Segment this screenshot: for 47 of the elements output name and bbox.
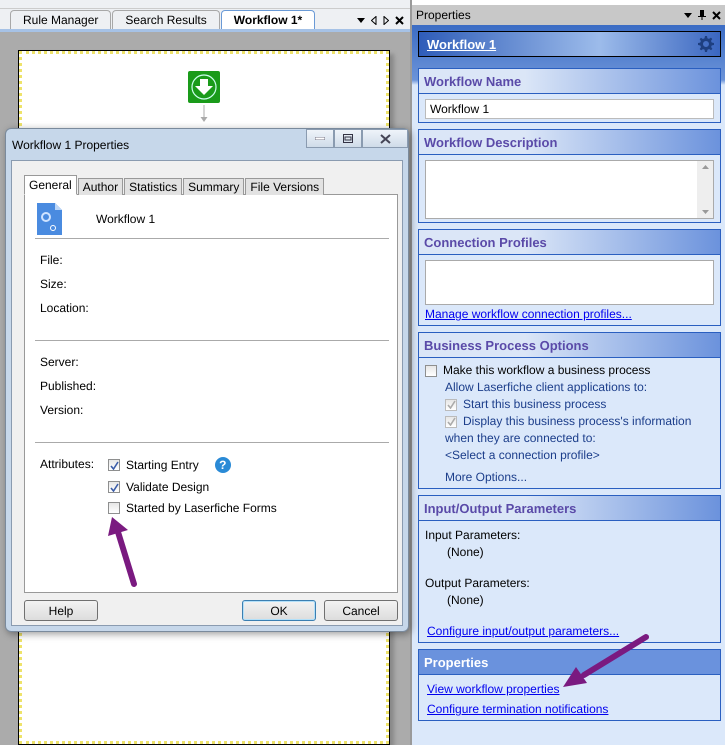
allow-text: Allow Laserfiche client applications to: (444, 380, 648, 395)
connected-text: when they are connected to: (444, 431, 597, 446)
workflow-name: Workflow 1 (96, 212, 156, 226)
field-label: Location: (40, 301, 90, 315)
dialog-button[interactable]: OK (242, 600, 316, 621)
parameter-label: Input Parameters: (425, 528, 522, 543)
parameter-value: (None) (446, 593, 485, 608)
section-header[interactable]: Workflow Name (419, 69, 720, 94)
dialog-tab[interactable]: General (24, 175, 77, 195)
field-label: File: (40, 253, 64, 267)
help-button[interactable]: ? (214, 457, 231, 473)
manage-profiles-link[interactable]: Manage workflow connection profiles... (425, 307, 632, 322)
section-header[interactable]: Business Process Options (419, 333, 720, 358)
attributes-label: Attributes: (40, 457, 94, 473)
workflow-name-field[interactable]: Workflow 1 (425, 99, 714, 119)
attribute-label: Starting Entry (126, 458, 199, 472)
attribute-label: Started by Laserfiche Forms (126, 501, 277, 515)
configure-parameters-link[interactable]: Configure input/output parameters... (427, 624, 620, 639)
dialog-tab[interactable]: Summary (183, 178, 244, 195)
profile-selector[interactable]: <Select a connection profile> (425, 448, 714, 463)
section-header[interactable]: Workflow Description (419, 130, 720, 155)
dialog-tab[interactable]: Author (78, 178, 124, 195)
field-label: Version: (40, 403, 84, 417)
object-title-link[interactable]: Workflow 1 (427, 36, 496, 52)
more-options-link[interactable]: More Options... (425, 470, 714, 485)
field-label: Server: (40, 355, 80, 369)
panel-link[interactable]: View workflow properties (427, 682, 560, 697)
dialog-tab[interactable]: File Versions (245, 178, 324, 195)
dialog-title: Workflow 1 Properties (12, 138, 130, 152)
parameter-label: Output Parameters: (425, 576, 531, 591)
section-header[interactable]: Connection Profiles (419, 230, 720, 255)
panel-title: Properties (416, 8, 471, 22)
dialog-button[interactable]: Cancel (324, 600, 398, 621)
dialog-tab[interactable]: Statistics (124, 178, 182, 195)
field-label: Published: (40, 379, 98, 393)
panel-link[interactable]: Configure termination notifications (427, 702, 608, 717)
section-header[interactable]: Input/Output Parameters (419, 496, 720, 521)
parameter-value: (None) (446, 545, 485, 560)
dialog-button[interactable]: Help (24, 600, 98, 621)
option-label: Make this workflow a business process (443, 363, 650, 378)
field-label: Size: (40, 277, 68, 291)
attribute-label: Validate Design (126, 480, 210, 494)
document-tab[interactable]: Workflow 1* (220, 10, 316, 29)
document-tab[interactable]: Rule Manager (10, 10, 112, 29)
option-label: Start this business process (463, 397, 606, 412)
document-tab[interactable]: Search Results (112, 10, 220, 29)
option-label: Display this business process's information (463, 414, 692, 429)
